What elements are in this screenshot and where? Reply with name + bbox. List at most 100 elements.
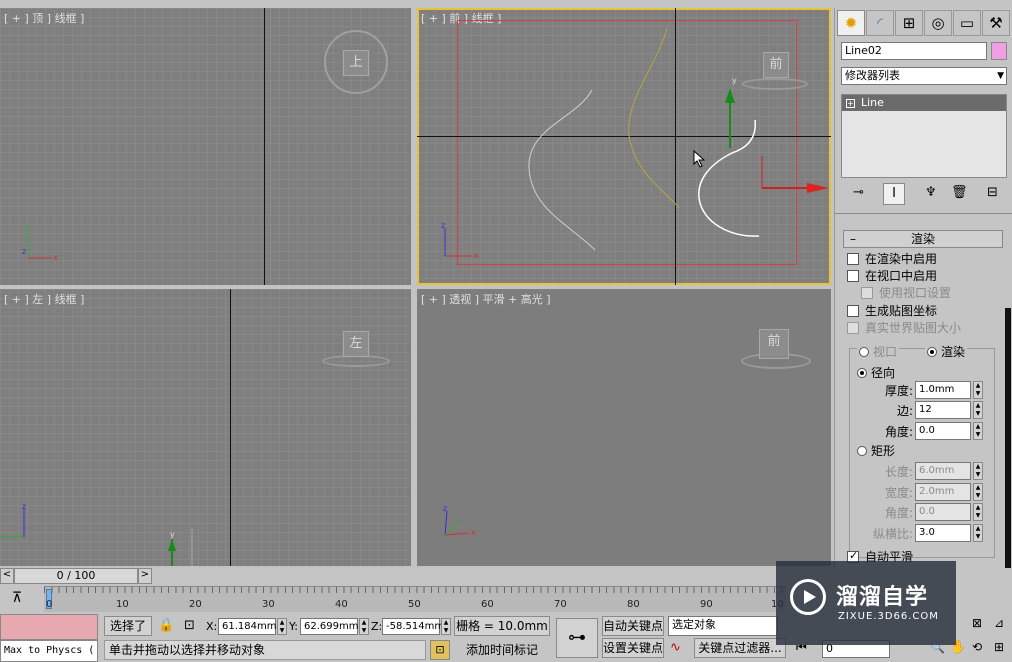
opt-render-radio[interactable]: [927, 346, 937, 357]
angle-spinner[interactable]: ▲ ▼: [973, 422, 983, 440]
key-set-dropdown[interactable]: 选定对象: [668, 616, 778, 636]
time-slider[interactable]: 0 / 100: [14, 568, 138, 584]
viewport-left[interactable]: [ + ] 左 ] 线框 ] 左 y z: [0, 289, 411, 566]
svg-text:y: y: [24, 223, 29, 232]
opt-viewport-row[interactable]: 视口: [857, 343, 900, 360]
sides-field[interactable]: 12: [915, 401, 971, 419]
configure-sets-icon[interactable]: ⊟: [987, 185, 998, 200]
viewport-top[interactable]: [ + ] 顶 ] 线框 ] 上 x y z: [0, 8, 411, 285]
spline-lines[interactable]: y: [417, 8, 831, 285]
time-prev-button[interactable]: <: [0, 568, 14, 584]
curve-icon[interactable]: ∿: [670, 640, 681, 655]
object-name-field[interactable]: Line02: [841, 42, 987, 60]
z-coord-field[interactable]: -58.514mm: [382, 618, 444, 635]
add-time-tag[interactable]: 添加时间标记: [454, 640, 550, 660]
y-coord-field[interactable]: 62.699mm: [300, 618, 358, 635]
make-unique-icon[interactable]: ♆: [925, 185, 937, 200]
set-key-mode-button[interactable]: ⊶: [556, 618, 598, 658]
gen-map-coords-row[interactable]: 生成贴图坐标: [847, 302, 937, 319]
lock-icon[interactable]: 🔒: [158, 618, 174, 633]
use-viewport-settings-checkbox[interactable]: [861, 286, 873, 299]
width-spinner[interactable]: ▲ ▼: [973, 483, 983, 501]
use-viewport-settings-row[interactable]: 使用视口设置: [861, 284, 951, 301]
enable-viewport-checkbox[interactable]: [847, 269, 859, 282]
viewport-front[interactable]: [ + ] 前 ] 线框 ] 前 y xz: [417, 8, 831, 285]
thickness-field[interactable]: 1.0mm: [915, 381, 971, 399]
key-icon: ⊶: [568, 627, 586, 648]
collapse-icon: –: [850, 232, 856, 246]
angle-field[interactable]: 0.0: [915, 422, 971, 440]
tick-label: 0: [46, 599, 53, 610]
opt-viewport-radio[interactable]: [859, 346, 869, 357]
auto-key-button[interactable]: 自动关键点: [602, 616, 664, 636]
zoom-extents-icon[interactable]: ⊠: [972, 616, 982, 630]
field-of-view-icon[interactable]: ⊿: [994, 616, 1004, 630]
aspect-spinner[interactable]: ▲ ▼: [973, 524, 983, 542]
remove-modifier-icon[interactable]: 🗑: [951, 185, 968, 200]
rect-row[interactable]: 矩形: [857, 442, 895, 459]
time-next-button[interactable]: >: [138, 568, 152, 584]
real-world-map-checkbox[interactable]: [847, 321, 859, 334]
track-bar[interactable]: 0 10 20 30 40 50 60 70 80 90 10: [44, 586, 786, 612]
thickness-spinner[interactable]: ▲ ▼: [973, 381, 983, 399]
aspect-field[interactable]: 3.0: [915, 524, 971, 542]
set-key-button[interactable]: 设置关键点: [602, 638, 664, 658]
stack-item-line[interactable]: + Line: [842, 95, 1006, 111]
track-bar-icon[interactable]: ⊼: [4, 590, 30, 610]
enable-render-row[interactable]: 在渲染中启用: [847, 250, 937, 267]
enable-viewport-row[interactable]: 在视口中启用: [847, 267, 937, 284]
length-spinner[interactable]: ▲ ▼: [973, 462, 983, 480]
real-world-map-row[interactable]: 真实世界贴图大小: [847, 319, 961, 336]
maximize-viewport-icon[interactable]: ⊞: [994, 640, 1004, 654]
angle2-spinner[interactable]: ▲ ▼: [973, 503, 983, 521]
rollout-header-render[interactable]: – 渲染: [843, 230, 1003, 248]
viewcube[interactable]: 上: [343, 50, 369, 76]
key-filters-button[interactable]: 关键点过滤器...: [694, 638, 786, 658]
viewport-top-label[interactable]: [ + ] 顶 ] 线框 ]: [4, 10, 84, 26]
create-tab[interactable]: ✹: [837, 10, 865, 36]
viewport-perspective[interactable]: [ + ] 透视 ] 平滑 + 高光 ] 前 x zy: [417, 289, 831, 566]
tick-label: 90: [700, 599, 713, 610]
tick-label: 40: [335, 599, 348, 610]
radial-radio[interactable]: [857, 367, 867, 378]
sides-spinner[interactable]: ▲ ▼: [973, 401, 983, 419]
selection-status: 选择了: [104, 616, 152, 636]
x-coord-field[interactable]: 61.184mm: [218, 618, 276, 635]
modifier-list-dropdown[interactable]: 修改器列表 ▼: [841, 67, 1007, 85]
sides-label: 边:: [896, 404, 913, 418]
opt-render-row[interactable]: 渲染: [925, 343, 968, 360]
tick-label: 50: [408, 599, 421, 610]
x-spinner[interactable]: ▲ ▼: [277, 618, 287, 635]
viewport-persp-label[interactable]: [ + ] 透视 ] 平滑 + 高光 ]: [421, 291, 551, 307]
panel-scrollbar[interactable]: [1005, 308, 1011, 578]
time-tag-icon[interactable]: ⊡: [430, 640, 450, 660]
y-spinner[interactable]: ▲ ▼: [359, 618, 369, 635]
length-field[interactable]: 6.0mm: [915, 462, 971, 480]
chevron-down-icon: ▼: [997, 71, 1004, 81]
utilities-tab[interactable]: ⚒: [982, 10, 1010, 36]
modifier-list-label: 修改器列表: [845, 69, 900, 82]
absolute-mode-icon[interactable]: ⊡: [184, 618, 195, 633]
x-label: X:: [206, 620, 218, 633]
display-tab[interactable]: ▭: [953, 10, 981, 36]
rect-radio[interactable]: [857, 445, 867, 456]
motion-tab[interactable]: ◎: [924, 10, 952, 36]
maxscript-input[interactable]: Max to Physcs (: [0, 640, 98, 662]
width-field[interactable]: 2.0mm: [915, 483, 971, 501]
object-color-swatch[interactable]: [991, 42, 1007, 60]
show-end-result-icon[interactable]: Ⅰ: [883, 183, 905, 205]
radial-row[interactable]: 径向: [857, 364, 895, 381]
opt-viewport-label: 视口: [873, 345, 898, 359]
orbit-icon[interactable]: ⟲: [972, 640, 982, 654]
angle2-field[interactable]: 0.0: [915, 503, 971, 521]
hierarchy-icon: ⊞: [902, 14, 916, 32]
pin-stack-icon[interactable]: ⊸: [853, 185, 864, 200]
maxscript-listener[interactable]: [0, 614, 98, 640]
tick-label: 70: [554, 599, 567, 610]
z-spinner[interactable]: ▲ ▼: [441, 618, 451, 635]
modify-tab[interactable]: ◜: [866, 10, 894, 36]
viewcube[interactable]: 前: [759, 329, 789, 359]
enable-render-checkbox[interactable]: [847, 252, 859, 265]
hierarchy-tab[interactable]: ⊞: [895, 10, 923, 36]
gen-map-coords-checkbox[interactable]: [847, 304, 859, 317]
